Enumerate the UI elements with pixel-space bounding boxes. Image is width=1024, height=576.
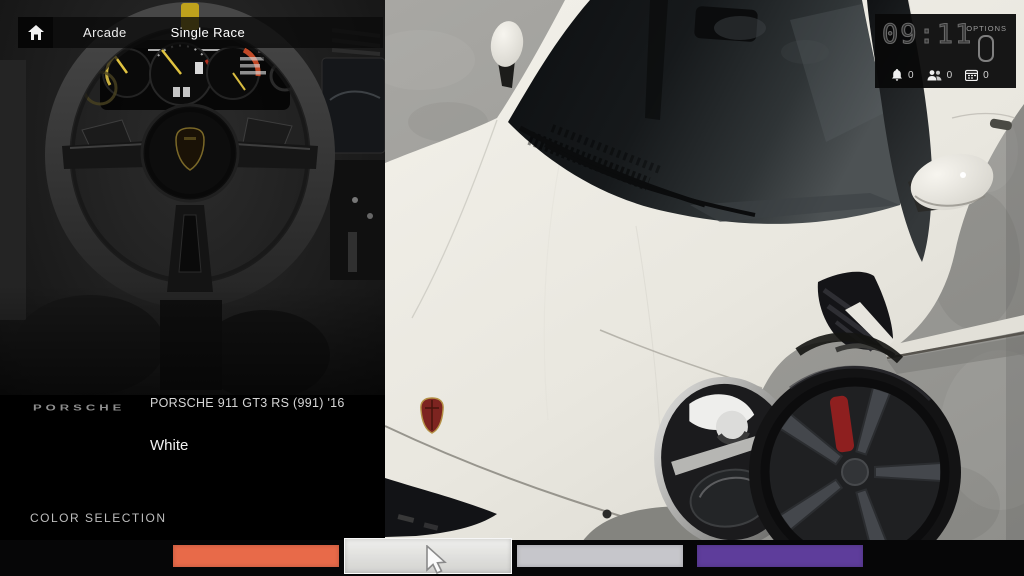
friends-counter[interactable]: 0: [927, 70, 953, 81]
porsche-wordmark: PORSCHE: [33, 403, 125, 412]
color-swatch-row: [173, 538, 868, 574]
washer-nozzle: [603, 510, 612, 519]
color-selection-label: COLOR SELECTION: [30, 511, 167, 525]
status-panel: 09:11 OPTIONS 0 0: [875, 14, 1016, 88]
car-model-name: PORSCHE 911 GT3 RS (991) '16: [150, 396, 345, 410]
options-label: OPTIONS: [966, 24, 1007, 33]
selected-color-name: White: [150, 437, 188, 454]
notifications-count: 0: [908, 70, 914, 81]
friends-count: 0: [947, 70, 953, 81]
options-button-icon[interactable]: [978, 35, 994, 62]
color-swatch-gray[interactable]: [517, 545, 683, 567]
home-button[interactable]: [18, 17, 53, 48]
counter-row: 0 0 0: [891, 69, 989, 81]
gt-sport-color-selection-screen: Arcade Single Race 09:11 OPTIONS 0 0: [0, 0, 1024, 576]
notifications-counter[interactable]: 0: [891, 69, 914, 81]
breadcrumb-single-race[interactable]: Single Race: [171, 25, 246, 40]
color-swatch-white[interactable]: [344, 538, 512, 574]
breadcrumb: Arcade Single Race: [18, 17, 383, 48]
calendar-count: 0: [983, 70, 989, 81]
calendar-counter[interactable]: 0: [965, 69, 989, 81]
breadcrumb-arcade[interactable]: Arcade: [83, 25, 127, 40]
bell-icon: [891, 69, 903, 81]
calendar-icon: [965, 69, 978, 81]
friends-icon: [927, 70, 942, 81]
color-swatch-orange[interactable]: [173, 545, 339, 567]
home-icon: [28, 25, 44, 40]
color-swatch-purple[interactable]: [697, 545, 863, 567]
clock: 09:11: [882, 19, 973, 50]
interior-photo: [0, 0, 385, 576]
